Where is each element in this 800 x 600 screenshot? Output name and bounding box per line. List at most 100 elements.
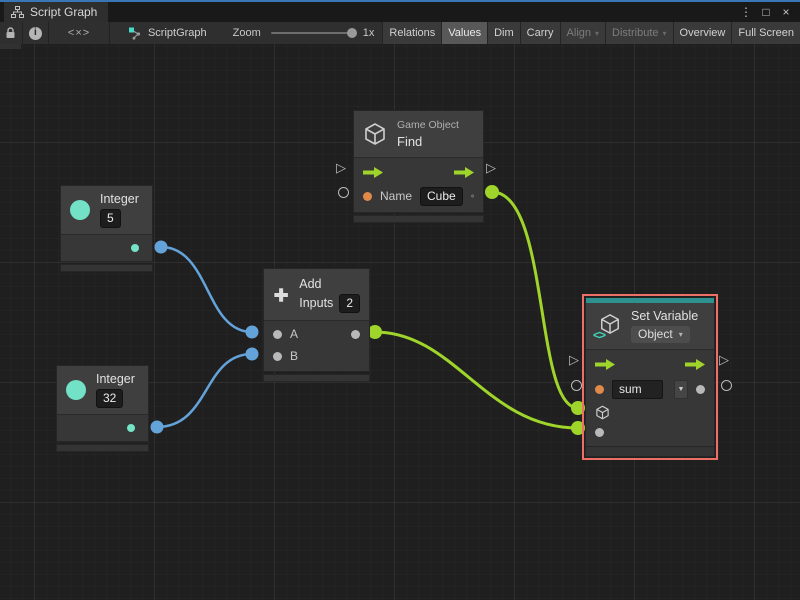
name-label: Name [380, 189, 413, 203]
node-title: Integer [96, 372, 135, 386]
variable-name-dropdown-button[interactable]: ▼ [673, 379, 688, 399]
node-title: Integer [100, 192, 139, 206]
port-dot-find-output[interactable] [485, 185, 499, 199]
node-footer [263, 374, 370, 382]
setvariable-name-port-ring[interactable] [571, 380, 582, 391]
close-icon[interactable]: × [778, 3, 794, 21]
window-menu-icon[interactable]: ⋮ [738, 3, 754, 21]
port-dot-setvariable-object-input[interactable] [571, 401, 585, 415]
node-set-variable[interactable]: <> Set Variable Object ▾ sum ▼ [582, 294, 718, 460]
port-dot-add-input-b[interactable] [245, 347, 259, 361]
gameobject-output-icon[interactable] [470, 188, 474, 204]
variable-name-field[interactable]: sum [612, 379, 663, 399]
port-b-label: B [290, 349, 299, 363]
set-variable-icon: <> [593, 313, 621, 342]
dropdown-arrow-icon: ▼ [677, 385, 685, 393]
name-port-row: Name Cube [354, 184, 483, 212]
output-value-dot[interactable] [131, 244, 139, 252]
lock-icon [6, 27, 15, 38]
flow-out-arrow-icon[interactable] [685, 358, 705, 370]
align-dropdown[interactable]: Align ▾ [559, 22, 606, 44]
variable-output-dot[interactable] [696, 384, 705, 394]
relations-button[interactable]: Relations [382, 22, 442, 44]
unity-script-graph-window: Script Graph ⋮ □ × i <×> ScriptGraph Zoo… [0, 0, 800, 600]
node-title: Find [397, 134, 423, 149]
lock-button[interactable] [0, 22, 23, 44]
port-dot-integer5-output[interactable] [154, 240, 168, 254]
node-footer [60, 264, 153, 272]
node-footer [586, 446, 714, 456]
wire-find-to-setvariable [491, 190, 579, 410]
variable-kind-dropdown[interactable]: Object ▾ [631, 326, 690, 343]
integer-value-field[interactable]: 5 [100, 209, 121, 228]
carry-button[interactable]: Carry [519, 22, 560, 44]
node-title: Set Variable [631, 309, 699, 323]
port-dot-integer32-output[interactable] [150, 420, 164, 434]
wire-integer5-to-add-a [160, 245, 253, 334]
integer-value-field[interactable]: 32 [96, 389, 124, 408]
graph-canvas[interactable]: ▷ ▷ ▷ ▷ Integer 5 Integer 32 Add Inputs … [0, 44, 800, 600]
object-port-cube-icon[interactable] [595, 405, 610, 420]
dim-button[interactable]: Dim [487, 22, 520, 44]
name-port-dot[interactable] [363, 191, 372, 201]
variable-angle-brackets-icon: <> [593, 328, 606, 342]
node-footer [56, 444, 149, 452]
find-name-port-ring[interactable] [338, 187, 349, 198]
port-dot-add-output[interactable] [368, 325, 382, 339]
value-port-dot[interactable] [595, 427, 604, 437]
graph-breadcrumb[interactable]: ScriptGraph [128, 22, 207, 44]
setvariable-flow-in-port[interactable]: ▷ [569, 353, 579, 366]
flow-port-row [586, 350, 714, 376]
toolbar-buttons: Relations Values Dim Carry Align ▾ Distr… [382, 22, 800, 44]
output-value-dot[interactable] [127, 424, 135, 432]
values-button[interactable]: Values [441, 22, 488, 44]
graph-name-label: ScriptGraph [147, 27, 207, 39]
object-port-row [586, 402, 714, 422]
node-integer-5[interactable]: Integer 5 [60, 185, 153, 272]
port-dot-add-input-a[interactable] [245, 325, 259, 339]
title-bar: Script Graph ⋮ □ × [0, 2, 800, 22]
toolbar-notch [0, 44, 21, 49]
output-port-row [57, 415, 148, 441]
variable-name-port-dot[interactable] [595, 384, 604, 394]
chevron-down-icon: ▾ [595, 28, 600, 38]
node-category: Game Object [397, 119, 459, 131]
node-integer-32[interactable]: Integer 32 [56, 365, 149, 452]
input-port-row-b: B [264, 345, 369, 371]
zoom-control: Zoom 1x [233, 22, 383, 44]
info-button[interactable]: i [23, 22, 50, 44]
port-a-dot[interactable] [273, 329, 282, 339]
variable-name-row: sum ▼ [586, 376, 714, 402]
sum-output-dot[interactable] [351, 329, 360, 339]
find-flow-in-port[interactable]: ▷ [336, 161, 346, 174]
zoom-label: Zoom [232, 27, 261, 39]
zoom-slider-handle[interactable] [346, 28, 357, 38]
integer-type-icon [66, 380, 86, 400]
window-controls: ⋮ □ × [738, 3, 800, 21]
wire-add-to-setvariable [374, 330, 579, 430]
maximize-icon[interactable]: □ [758, 3, 774, 21]
find-flow-out-port[interactable]: ▷ [486, 161, 496, 174]
fullscreen-button[interactable]: Full Screen [731, 22, 800, 44]
port-b-dot[interactable] [273, 351, 282, 361]
gameobject-cube-icon [365, 123, 385, 145]
inputs-label: Inputs [299, 296, 334, 310]
chevron-down-icon: ▾ [662, 28, 667, 38]
inputs-count-field[interactable]: 2 [339, 293, 360, 313]
flow-out-arrow-icon[interactable] [454, 166, 474, 178]
name-value-field[interactable]: Cube [420, 186, 463, 206]
port-dot-setvariable-value-input[interactable] [571, 421, 585, 435]
overview-button[interactable]: Overview [672, 22, 732, 44]
flow-in-arrow-icon[interactable] [595, 358, 615, 370]
info-icon: i [28, 26, 42, 40]
setvariable-output-port-ring[interactable] [721, 380, 732, 391]
tab-script-graph[interactable]: Script Graph [4, 2, 109, 22]
zoom-slider[interactable] [270, 28, 357, 38]
setvariable-flow-out-port[interactable]: ▷ [719, 353, 729, 366]
code-view-button[interactable]: <×> [49, 22, 110, 44]
node-gameobject-find[interactable]: Game Object Find Name Cube [353, 110, 484, 223]
node-add[interactable]: Add Inputs 2 A B [263, 268, 370, 382]
hierarchy-icon [11, 6, 24, 18]
distribute-dropdown[interactable]: Distribute ▾ [605, 22, 673, 44]
flow-in-arrow-icon[interactable] [363, 166, 383, 178]
